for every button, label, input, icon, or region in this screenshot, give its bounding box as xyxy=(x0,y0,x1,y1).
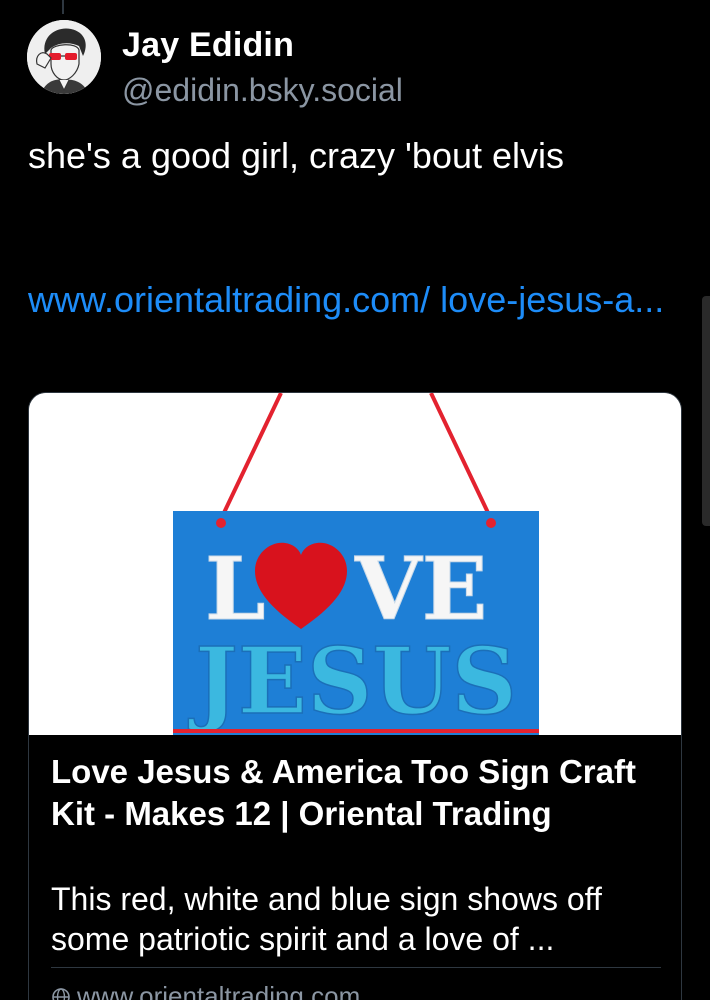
author-name[interactable]: Jay Edidin xyxy=(122,26,294,65)
link-preview-description: This red, white and blue sign shows off … xyxy=(51,881,602,957)
sign-jesus-text: JESUS xyxy=(188,627,517,735)
post-link[interactable]: www.orientaltrading.com/ love-jesus-a... xyxy=(28,278,668,322)
svg-text:VE: VE xyxy=(354,539,487,640)
post[interactable]: Jay Edidin @edidin.bsky.social she's a g… xyxy=(0,0,710,1000)
sign-love-text: L xyxy=(205,539,265,640)
post-text: she's a good girl, crazy 'bout elvis xyxy=(28,135,565,176)
scrollbar[interactable] xyxy=(702,296,710,526)
love-jesus-sign-image: L VE JESUS xyxy=(29,393,681,735)
link-preview-divider xyxy=(51,967,661,968)
link-preview-domain: www.orientaltrading.com xyxy=(77,981,361,1000)
thread-line xyxy=(62,0,64,14)
link-preview-footer[interactable]: www.orientaltrading.com xyxy=(51,981,360,1000)
link-preview-title[interactable]: Love Jesus & America Too Sign Craft Kit … xyxy=(51,751,661,835)
author-handle[interactable]: @edidin.bsky.social xyxy=(122,72,403,109)
author-avatar[interactable] xyxy=(27,20,101,94)
link-preview-card[interactable]: L VE JESUS Love Jesus & America Too Sign… xyxy=(28,392,682,1000)
globe-icon xyxy=(52,987,70,1000)
avatar-illustration xyxy=(27,20,101,94)
link-preview-image[interactable]: L VE JESUS xyxy=(29,393,681,735)
